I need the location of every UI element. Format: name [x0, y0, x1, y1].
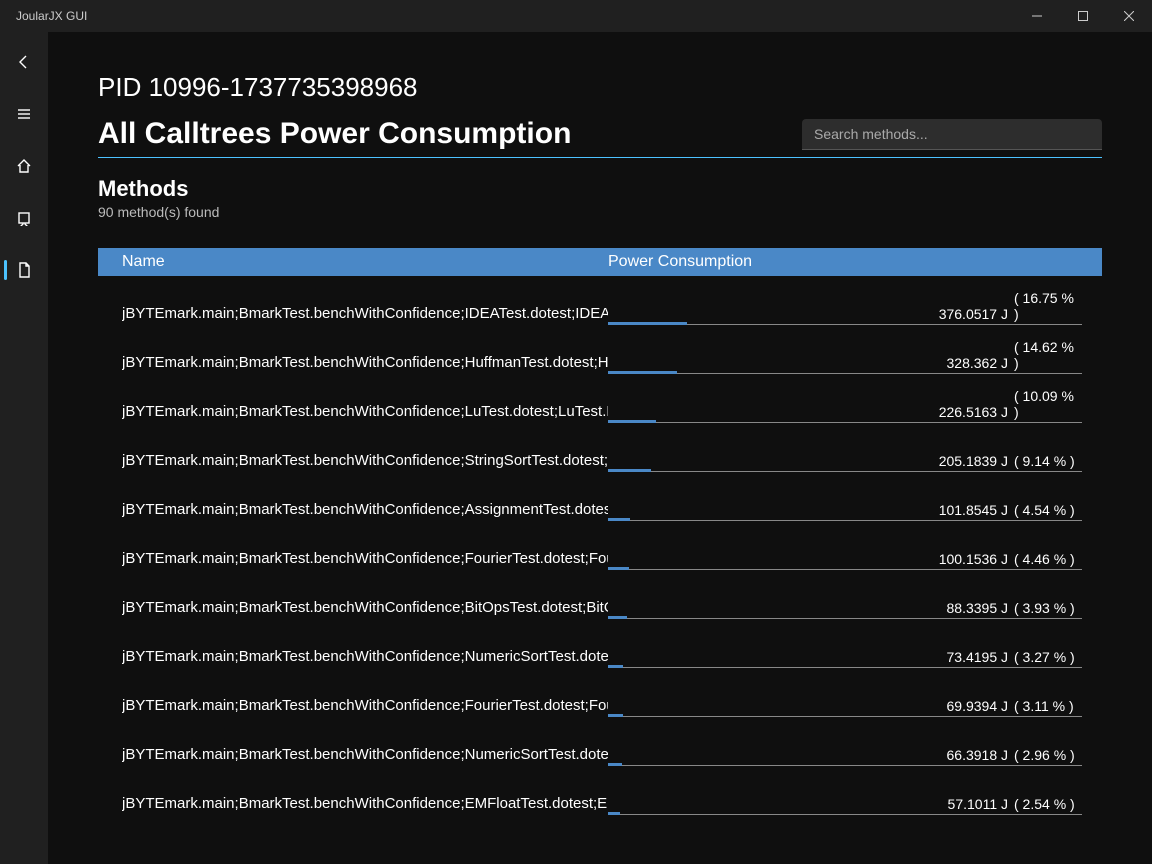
minimize-button[interactable]	[1014, 0, 1060, 32]
joules-value: 205.1839 J	[939, 453, 1008, 469]
joules-value: 328.362 J	[947, 355, 1009, 371]
joules-value: 376.0517 J	[939, 306, 1008, 322]
percent-value: ( 14.62 % )	[1014, 339, 1082, 371]
power-bar: 101.8545 J ( 4.54 % )	[608, 501, 1082, 521]
power-bar: 205.1839 J ( 9.14 % )	[608, 452, 1082, 472]
power-bar: 66.3918 J ( 2.96 % )	[608, 746, 1082, 766]
percent-value: ( 3.93 % )	[1014, 600, 1082, 616]
power-bar: 328.362 J( 14.62 % )	[608, 354, 1082, 374]
joules-value: 73.4195 J	[947, 649, 1009, 665]
joules-value: 57.1011 J	[948, 796, 1008, 812]
method-name: jBYTEmark.main;BmarkTest.benchWithConfid…	[122, 599, 608, 619]
table-row[interactable]: jBYTEmark.main;BmarkTest.benchWithConfid…	[98, 766, 1102, 815]
pid-label: PID 10996-1737735398968	[98, 72, 1102, 103]
table-row[interactable]: jBYTEmark.main;BmarkTest.benchWithConfid…	[98, 276, 1102, 325]
percent-value: ( 3.11 % )	[1014, 698, 1082, 714]
power-bar: 73.4195 J ( 3.27 % )	[608, 648, 1082, 668]
column-power[interactable]: Power Consumption	[608, 253, 1102, 271]
method-name: jBYTEmark.main;BmarkTest.benchWithConfid…	[122, 795, 608, 815]
maximize-button[interactable]	[1060, 0, 1106, 32]
table-row[interactable]: jBYTEmark.main;BmarkTest.benchWithConfid…	[98, 521, 1102, 570]
table-row[interactable]: jBYTEmark.main;BmarkTest.benchWithConfid…	[98, 472, 1102, 521]
document-button[interactable]	[4, 254, 44, 286]
power-bar: 88.3395 J ( 3.93 % )	[608, 599, 1082, 619]
main-content: PID 10996-1737735398968 All Calltrees Po…	[48, 32, 1152, 864]
section-title: Methods	[98, 176, 1102, 202]
percent-value: ( 4.54 % )	[1014, 502, 1082, 518]
percent-value: ( 4.46 % )	[1014, 551, 1082, 567]
table-row[interactable]: jBYTEmark.main;BmarkTest.benchWithConfid…	[98, 374, 1102, 423]
joules-value: 69.9394 J	[947, 698, 1009, 714]
close-button[interactable]	[1106, 0, 1152, 32]
method-name: jBYTEmark.main;BmarkTest.benchWithConfid…	[122, 452, 608, 472]
method-name: jBYTEmark.main;BmarkTest.benchWithConfid…	[122, 305, 608, 325]
method-name: jBYTEmark.main;BmarkTest.benchWithConfid…	[122, 746, 608, 766]
method-name: jBYTEmark.main;BmarkTest.benchWithConfid…	[122, 550, 608, 570]
joules-value: 101.8545 J	[939, 502, 1008, 518]
method-name: jBYTEmark.main;BmarkTest.benchWithConfid…	[122, 354, 608, 374]
joules-value: 88.3395 J	[947, 600, 1009, 616]
table-row[interactable]: jBYTEmark.main;BmarkTest.benchWithConfid…	[98, 717, 1102, 766]
table-row[interactable]: jBYTEmark.main;BmarkTest.benchWithConfid…	[98, 570, 1102, 619]
back-button[interactable]	[4, 46, 44, 78]
section-subtitle: 90 method(s) found	[98, 204, 1102, 220]
percent-value: ( 3.27 % )	[1014, 649, 1082, 665]
method-name: jBYTEmark.main;BmarkTest.benchWithConfid…	[122, 697, 608, 717]
power-bar: 226.5163 J( 10.09 % )	[608, 403, 1082, 423]
percent-value: ( 2.96 % )	[1014, 747, 1082, 763]
export-button[interactable]	[4, 202, 44, 234]
joules-value: 226.5163 J	[939, 404, 1008, 420]
window-title: JoularJX GUI	[16, 9, 87, 23]
home-button[interactable]	[4, 150, 44, 182]
method-name: jBYTEmark.main;BmarkTest.benchWithConfid…	[122, 403, 608, 423]
table-header: Name Power Consumption	[98, 248, 1102, 276]
method-name: jBYTEmark.main;BmarkTest.benchWithConfid…	[122, 648, 608, 668]
percent-value: ( 16.75 % )	[1014, 290, 1082, 322]
method-name: jBYTEmark.main;BmarkTest.benchWithConfid…	[122, 501, 608, 521]
power-bar: 100.1536 J ( 4.46 % )	[608, 550, 1082, 570]
page-title: All Calltrees Power Consumption	[98, 117, 571, 151]
joules-value: 66.3918 J	[947, 747, 1009, 763]
percent-value: ( 2.54 % )	[1014, 796, 1082, 812]
titlebar: JoularJX GUI	[0, 0, 1152, 32]
power-bar: 69.9394 J ( 3.11 % )	[608, 697, 1082, 717]
power-bar: 57.1011 J ( 2.54 % )	[608, 795, 1082, 815]
table-row[interactable]: jBYTEmark.main;BmarkTest.benchWithConfid…	[98, 423, 1102, 472]
joules-value: 100.1536 J	[939, 551, 1008, 567]
percent-value: ( 9.14 % )	[1014, 453, 1082, 469]
table-row[interactable]: jBYTEmark.main;BmarkTest.benchWithConfid…	[98, 668, 1102, 717]
method-list: jBYTEmark.main;BmarkTest.benchWithConfid…	[98, 276, 1102, 815]
table-row[interactable]: jBYTEmark.main;BmarkTest.benchWithConfid…	[98, 325, 1102, 374]
power-bar: 376.0517 J( 16.75 % )	[608, 305, 1082, 325]
column-name[interactable]: Name	[98, 253, 608, 271]
percent-value: ( 10.09 % )	[1014, 388, 1082, 420]
search-input[interactable]	[802, 119, 1102, 150]
table-row[interactable]: jBYTEmark.main;BmarkTest.benchWithConfid…	[98, 619, 1102, 668]
menu-button[interactable]	[4, 98, 44, 130]
sidebar	[0, 32, 48, 864]
